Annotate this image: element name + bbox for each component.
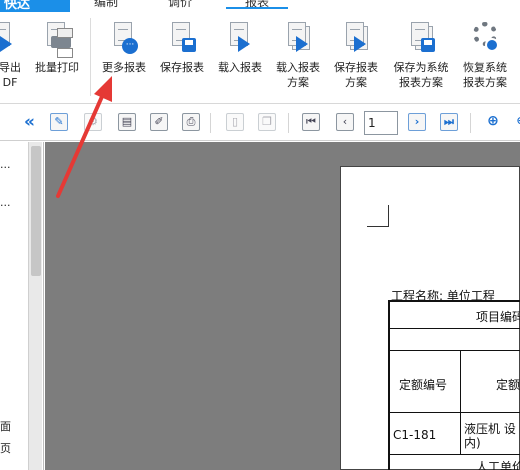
list-item[interactable]: ...: [0, 196, 11, 209]
tab-edit[interactable]: 编制: [84, 0, 128, 9]
scrollbar-thumb[interactable]: [31, 146, 41, 276]
more-reports-label: 更多报表: [102, 61, 146, 74]
top-menu-bar: 快达 编制 调价 报表: [0, 0, 520, 14]
table-line: [460, 350, 461, 454]
edit-page-icon[interactable]: ✐: [150, 113, 168, 131]
save-scheme-label-2: 方案: [345, 76, 367, 89]
preview-toolbar: « ✎ ⚙ ▤ ✐ ⎙ ▯ ❐ ⏮ ‹ 1 › ⏭ ⊕ ⊖: [0, 105, 520, 141]
list-item[interactable]: 面: [0, 418, 11, 434]
next-page-icon[interactable]: ›: [408, 113, 426, 131]
save-report-label: 保存报表: [160, 61, 204, 74]
printer-icon: [41, 20, 73, 58]
print-icon[interactable]: ⎙: [182, 113, 200, 131]
table-footer-cell: 人工单价: [476, 460, 520, 470]
save-system-scheme-icon: [405, 20, 437, 56]
table-col-header: 定额: [496, 378, 520, 392]
load-report-icon: [224, 20, 256, 56]
edit-icon[interactable]: ✎: [50, 113, 68, 131]
table-line: [390, 412, 520, 413]
more-reports-button[interactable]: ··· 更多报表: [98, 20, 150, 75]
prev-page-icon[interactable]: ‹: [336, 113, 354, 131]
list-item[interactable]: 页: [0, 440, 11, 456]
toolbar-divider: [210, 113, 211, 133]
restore-system-label-1: 恢复系统: [463, 61, 507, 74]
batch-print-button[interactable]: 批量打印: [32, 20, 82, 75]
toolbar-divider: [288, 113, 289, 133]
list-item[interactable]: ...: [0, 158, 11, 171]
load-report-label: 载入报表: [218, 61, 262, 74]
export-pdf-label-2: DF: [2, 76, 18, 89]
table-cell-code: C1-181: [393, 428, 437, 442]
export-pdf-button[interactable]: 导出 DF: [0, 20, 26, 90]
save-report-button[interactable]: 保存报表: [156, 20, 208, 75]
load-report-button[interactable]: 载入报表: [214, 20, 266, 75]
table-line: [390, 350, 520, 351]
save-report-scheme-icon: [340, 20, 372, 56]
more-reports-icon: ···: [108, 20, 140, 56]
report-list-panel: ... ... 面 页: [0, 142, 44, 470]
tab-reports[interactable]: 报表: [226, 0, 288, 9]
tab-adjust-price[interactable]: 调价: [158, 0, 202, 9]
load-scheme-label-2: 方案: [287, 76, 309, 89]
single-page-icon[interactable]: ▯: [226, 113, 244, 131]
zoom-in-icon[interactable]: ⊕: [484, 113, 502, 131]
save-system-label-1: 保存为系统: [393, 61, 449, 74]
load-report-scheme-icon: [282, 20, 314, 56]
table-line: [390, 328, 520, 329]
table-col-header: 定额编号: [399, 378, 448, 392]
save-system-scheme-button[interactable]: 保存为系统 报表方案: [388, 20, 454, 90]
save-report-icon: [166, 20, 198, 56]
table-cell-desc: 内): [464, 436, 481, 450]
page-number-input[interactable]: 1: [364, 111, 398, 135]
report-table: 项目编码 定额编号 定额 C1-181 液压机 设 内) 人工单价: [388, 300, 520, 470]
multi-page-icon[interactable]: ❐: [258, 113, 276, 131]
export-pdf-icon: [0, 20, 26, 56]
design-icon[interactable]: ⚙: [84, 113, 102, 131]
batch-print-label: 批量打印: [35, 61, 79, 74]
table-header-code: 项目编码: [476, 310, 520, 324]
restore-system-scheme-button[interactable]: 恢复系统 报表方案: [458, 20, 512, 90]
save-system-label-2: 报表方案: [399, 76, 443, 89]
first-page-icon[interactable]: ⏮: [302, 113, 320, 131]
load-scheme-label-1: 载入报表: [276, 61, 320, 74]
last-page-icon[interactable]: ⏭: [440, 113, 458, 131]
load-report-scheme-button[interactable]: 载入报表 方案: [272, 20, 324, 90]
save-report-scheme-button[interactable]: 保存报表 方案: [330, 20, 382, 90]
margin-marker: [367, 205, 389, 227]
ribbon-divider: [90, 18, 91, 96]
collapse-panel-button[interactable]: «: [24, 113, 40, 133]
export-pdf-label-1: 导出: [0, 61, 21, 74]
page-setup-icon[interactable]: ▤: [118, 113, 136, 131]
restore-system-label-2: 报表方案: [463, 76, 507, 89]
save-scheme-label-1: 保存报表: [334, 61, 378, 74]
ribbon: 导出 DF 批量打印 ··· 更多报表 保存报表 载入报表 载入报表 方案 保存…: [0, 12, 520, 104]
zoom-out-icon[interactable]: ⊖: [512, 113, 520, 131]
toolbar-divider: [470, 113, 471, 133]
table-line: [390, 454, 520, 455]
vertical-scrollbar[interactable]: [28, 142, 42, 470]
restore-system-scheme-icon: [469, 20, 501, 56]
